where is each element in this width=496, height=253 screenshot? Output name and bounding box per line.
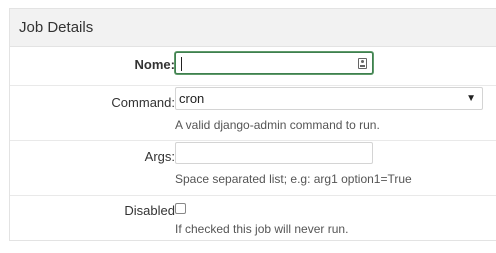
command-select[interactable]: cron ▼ xyxy=(175,87,483,110)
name-field-wrapper xyxy=(175,52,373,74)
form-row-disabled: Disabled If checked this job will never … xyxy=(10,196,496,241)
args-help-text: Space separated list; e.g: arg1 option1=… xyxy=(175,172,412,186)
name-input[interactable] xyxy=(175,52,373,74)
chevron-down-icon: ▼ xyxy=(466,93,476,104)
command-field-wrapper: cron ▼ xyxy=(175,87,483,110)
form-row-name: Nome: xyxy=(10,47,496,86)
command-label: Command: xyxy=(111,95,175,110)
fieldset-title: Job Details xyxy=(10,9,496,47)
disabled-label: Disabled xyxy=(124,203,175,218)
text-caret xyxy=(181,57,182,71)
name-label: Nome: xyxy=(134,57,175,72)
args-label: Args: xyxy=(144,149,175,164)
form-row-command: Command: cron ▼ A valid django-admin com… xyxy=(10,86,496,141)
args-field-wrapper xyxy=(175,142,373,164)
command-selected-value: cron xyxy=(179,91,205,106)
job-details-fieldset: Job Details Nome: Command: cron ▼ A vali… xyxy=(9,8,496,241)
disabled-checkbox[interactable] xyxy=(175,203,186,214)
form-row-args: Args: Space separated list; e.g: arg1 op… xyxy=(10,141,496,196)
command-help-text: A valid django-admin command to run. xyxy=(175,118,380,132)
disabled-field-wrapper xyxy=(175,203,186,214)
contact-card-icon[interactable] xyxy=(358,58,367,69)
args-input[interactable] xyxy=(175,142,373,164)
disabled-help-text: If checked this job will never run. xyxy=(175,222,349,236)
